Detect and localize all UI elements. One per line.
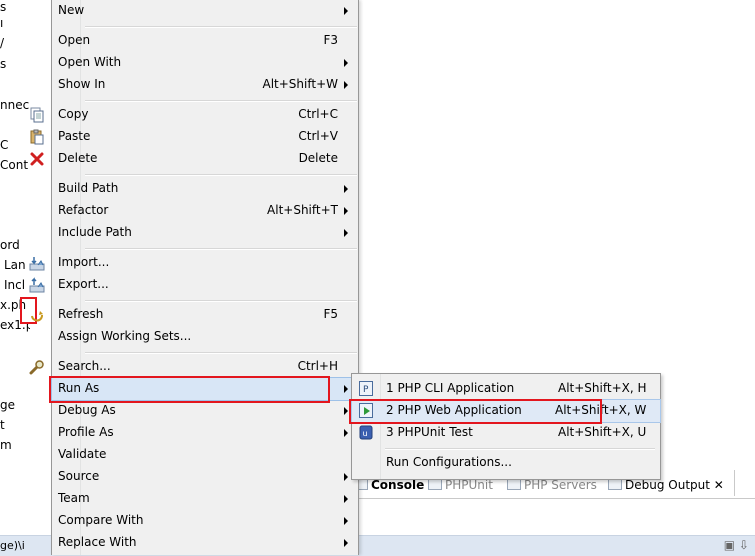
tree-fragment: ord [0, 238, 20, 252]
menu-item-replace-with[interactable]: Replace With [52, 532, 358, 554]
menu-item-source[interactable]: Source [52, 466, 358, 488]
tree-fragment: t [0, 418, 5, 432]
status-path-fragment: ge)\i [0, 539, 25, 552]
submenu-arrow-icon [344, 495, 348, 503]
export-icon [29, 277, 45, 293]
tree-fragment: nnec [0, 98, 30, 112]
tree-fragment: ge [0, 398, 15, 412]
run-as-submenu: P 1 PHP CLI Application Alt+Shift+X, H 2 … [351, 373, 661, 480]
menu-item-new[interactable]: New [52, 0, 358, 22]
tree-item-selected-file[interactable]: x.ph [0, 298, 26, 312]
submenu-item-php-cli[interactable]: P 1 PHP CLI Application Alt+Shift+X, H [352, 378, 660, 400]
delete-icon [30, 152, 44, 166]
submenu-arrow-icon [344, 59, 348, 67]
submenu-item-run-configurations[interactable]: Run Configurations... [352, 452, 660, 474]
submenu-arrow-icon [344, 7, 348, 15]
menu-item-team[interactable]: Team [52, 488, 358, 510]
menu-item-debug-as[interactable]: Debug As [52, 400, 358, 422]
refresh-icon [31, 311, 43, 322]
menu-item-compare-with[interactable]: Compare With [52, 510, 358, 532]
submenu-arrow-icon [344, 407, 348, 415]
submenu-separator [385, 448, 655, 450]
search-icon [29, 360, 44, 375]
submenu-arrow-icon [344, 385, 348, 393]
submenu-arrow-icon [344, 207, 348, 215]
menu-item-assign-working-sets[interactable]: Assign Working Sets... [52, 326, 358, 348]
submenu-arrow-icon [344, 473, 348, 481]
php-web-icon [359, 403, 373, 418]
menu-separator [85, 248, 357, 250]
context-menu: New Open F3 Open With Show In Alt+Shift+W … [29, 0, 359, 555]
tree-fragment: s [0, 0, 7, 14]
tree-fragment: C [0, 138, 9, 152]
tree-fragment: m [0, 438, 12, 452]
tree-fragment: / [0, 36, 5, 50]
project-explorer-tree: s ı / s nnec C Cont ord Lan Incl x.ph ex… [0, 0, 30, 555]
tree-fragment: Incl [4, 278, 26, 292]
tree-fragment: Cont [0, 158, 29, 172]
tree-fragment: Lan [4, 258, 26, 272]
submenu-arrow-icon [344, 539, 348, 547]
menu-item-build-path[interactable]: Build Path [52, 178, 358, 200]
submenu-item-php-web[interactable]: 2 PHP Web Application Alt+Shift+X, W [351, 399, 661, 423]
menu-item-run-as[interactable]: Run As [51, 377, 359, 401]
php-cli-icon: P [359, 381, 373, 396]
views-minimize-area [734, 470, 755, 496]
menu-separator [85, 100, 357, 102]
menu-item-show-in[interactable]: Show In Alt+Shift+W [52, 74, 358, 96]
menu-item-paste[interactable]: Paste Ctrl+V [30, 126, 358, 148]
submenu-arrow-icon [344, 429, 348, 437]
tree-fragment: s [0, 57, 7, 71]
menu-item-refactor[interactable]: Refactor Alt+Shift+T [52, 200, 358, 222]
menu-item-import[interactable]: Import... [29, 252, 358, 274]
menu-separator [85, 300, 357, 302]
menu-item-open-with[interactable]: Open With [52, 52, 358, 74]
menu-item-export[interactable]: Export... [29, 274, 358, 296]
copy-icon [30, 107, 44, 123]
submenu-item-phpunit[interactable]: u 3 PHPUnit Test Alt+Shift+X, U [352, 422, 660, 444]
menu-item-refresh[interactable]: Refresh F5 [31, 304, 358, 326]
menu-item-search[interactable]: Search... Ctrl+H [29, 356, 358, 378]
submenu-arrow-icon [344, 229, 348, 237]
menu-item-profile-as[interactable]: Profile As [52, 422, 358, 444]
close-icon[interactable]: ✕ [714, 478, 724, 492]
menu-item-validate[interactable]: Validate [52, 444, 358, 466]
menu-item-include-path[interactable]: Include Path [52, 222, 358, 244]
menu-separator [85, 352, 357, 354]
import-icon [29, 257, 45, 271]
menu-separator [85, 26, 357, 28]
status-icons: ▣ ⇩ [723, 538, 749, 552]
submenu-arrow-icon [344, 185, 348, 193]
menu-item-copy[interactable]: Copy Ctrl+C [30, 104, 358, 126]
submenu-arrow-icon [344, 517, 348, 525]
menu-separator [85, 174, 357, 176]
paste-icon [30, 129, 44, 145]
phpunit-icon: u [359, 425, 373, 440]
svg-text:u: u [363, 429, 368, 438]
submenu-arrow-icon [344, 81, 348, 89]
svg-text:P: P [363, 385, 369, 395]
menu-item-open[interactable]: Open F3 [52, 30, 358, 52]
tree-fragment: ex1.p [0, 318, 30, 332]
menu-item-delete[interactable]: Delete Delete [30, 148, 358, 170]
tree-fragment: ı [0, 16, 4, 30]
